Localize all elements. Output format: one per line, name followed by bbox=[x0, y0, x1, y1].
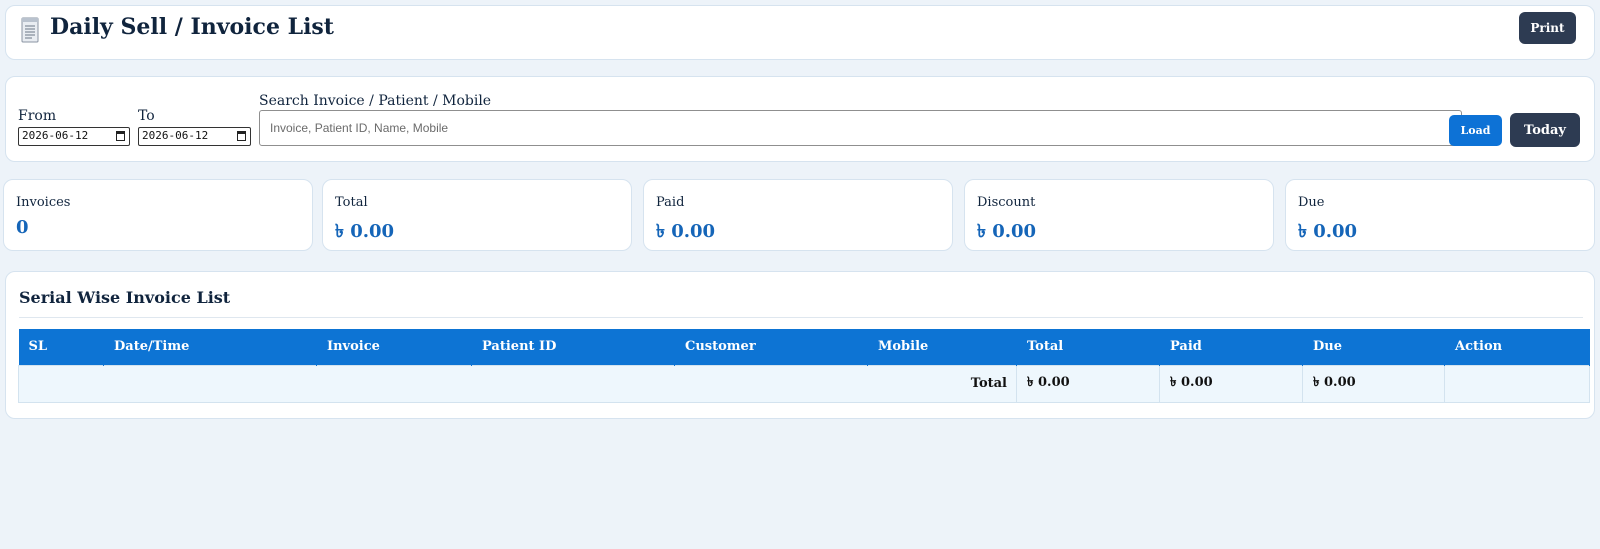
column-header-due: Due bbox=[1302, 329, 1445, 365]
stat-value: ৳ 0.00 bbox=[977, 221, 1037, 242]
table-footer-row: Total ৳ 0.00 ৳ 0.00 ৳ 0.00 bbox=[18, 364, 1590, 403]
stat-value: 0 bbox=[16, 217, 29, 238]
invoice-list-card: Serial Wise Invoice List SL Date/Time In… bbox=[5, 271, 1595, 419]
column-header-mobile: Mobile bbox=[867, 329, 1017, 365]
stat-card-invoices: Invoices 0 bbox=[3, 179, 313, 251]
from-label: From bbox=[18, 108, 57, 124]
stat-card-discount: Discount ৳ 0.00 bbox=[964, 179, 1274, 251]
column-header-invoice: Invoice bbox=[316, 329, 472, 365]
today-button[interactable]: Today bbox=[1510, 113, 1580, 147]
column-header-sl: SL bbox=[18, 329, 104, 365]
column-header-patient-id: Patient ID bbox=[471, 329, 675, 365]
stat-label: Paid bbox=[656, 195, 685, 210]
column-header-action: Action bbox=[1444, 329, 1590, 365]
load-button[interactable]: Load bbox=[1449, 115, 1502, 146]
stat-card-total: Total ৳ 0.00 bbox=[322, 179, 632, 251]
to-date-value: 2026-06-12 bbox=[142, 129, 209, 142]
table-header-row: SL Date/Time Invoice Patient ID Customer… bbox=[18, 329, 1590, 365]
stat-card-due: Due ৳ 0.00 bbox=[1285, 179, 1595, 251]
to-label: To bbox=[138, 108, 155, 124]
to-date-input[interactable]: 2026-06-12 bbox=[138, 127, 251, 146]
footer-total-label: Total bbox=[18, 364, 1017, 403]
stat-label: Total bbox=[335, 195, 368, 210]
stat-label: Discount bbox=[977, 195, 1036, 210]
receipt-icon bbox=[21, 17, 39, 43]
from-date-input[interactable]: 2026-06-12 bbox=[18, 127, 130, 146]
column-header-date-time: Date/Time bbox=[103, 329, 317, 365]
column-header-customer: Customer bbox=[674, 329, 868, 365]
from-date-value: 2026-06-12 bbox=[22, 129, 89, 142]
footer-paid-value: ৳ 0.00 bbox=[1159, 364, 1303, 403]
stat-card-paid: Paid ৳ 0.00 bbox=[643, 179, 953, 251]
stat-value: ৳ 0.00 bbox=[1298, 221, 1358, 242]
column-header-total: Total bbox=[1016, 329, 1160, 365]
stat-value: ৳ 0.00 bbox=[656, 221, 716, 242]
page-title: Daily Sell / Invoice List bbox=[50, 14, 334, 40]
divider bbox=[19, 317, 1583, 318]
column-header-paid: Paid bbox=[1159, 329, 1303, 365]
footer-total-value: ৳ 0.00 bbox=[1016, 364, 1160, 403]
stat-value: ৳ 0.00 bbox=[335, 221, 395, 242]
calendar-icon[interactable] bbox=[116, 131, 125, 141]
footer-due-value: ৳ 0.00 bbox=[1302, 364, 1445, 403]
list-title: Serial Wise Invoice List bbox=[19, 288, 231, 307]
stat-label: Invoices bbox=[16, 195, 71, 210]
stat-label: Due bbox=[1298, 195, 1325, 210]
invoice-table: SL Date/Time Invoice Patient ID Customer… bbox=[18, 329, 1590, 403]
calendar-icon[interactable] bbox=[237, 131, 246, 141]
footer-action-cell bbox=[1444, 364, 1590, 403]
search-label: Search Invoice / Patient / Mobile bbox=[259, 93, 492, 109]
search-input[interactable] bbox=[259, 110, 1462, 146]
print-button[interactable]: Print bbox=[1519, 12, 1576, 44]
